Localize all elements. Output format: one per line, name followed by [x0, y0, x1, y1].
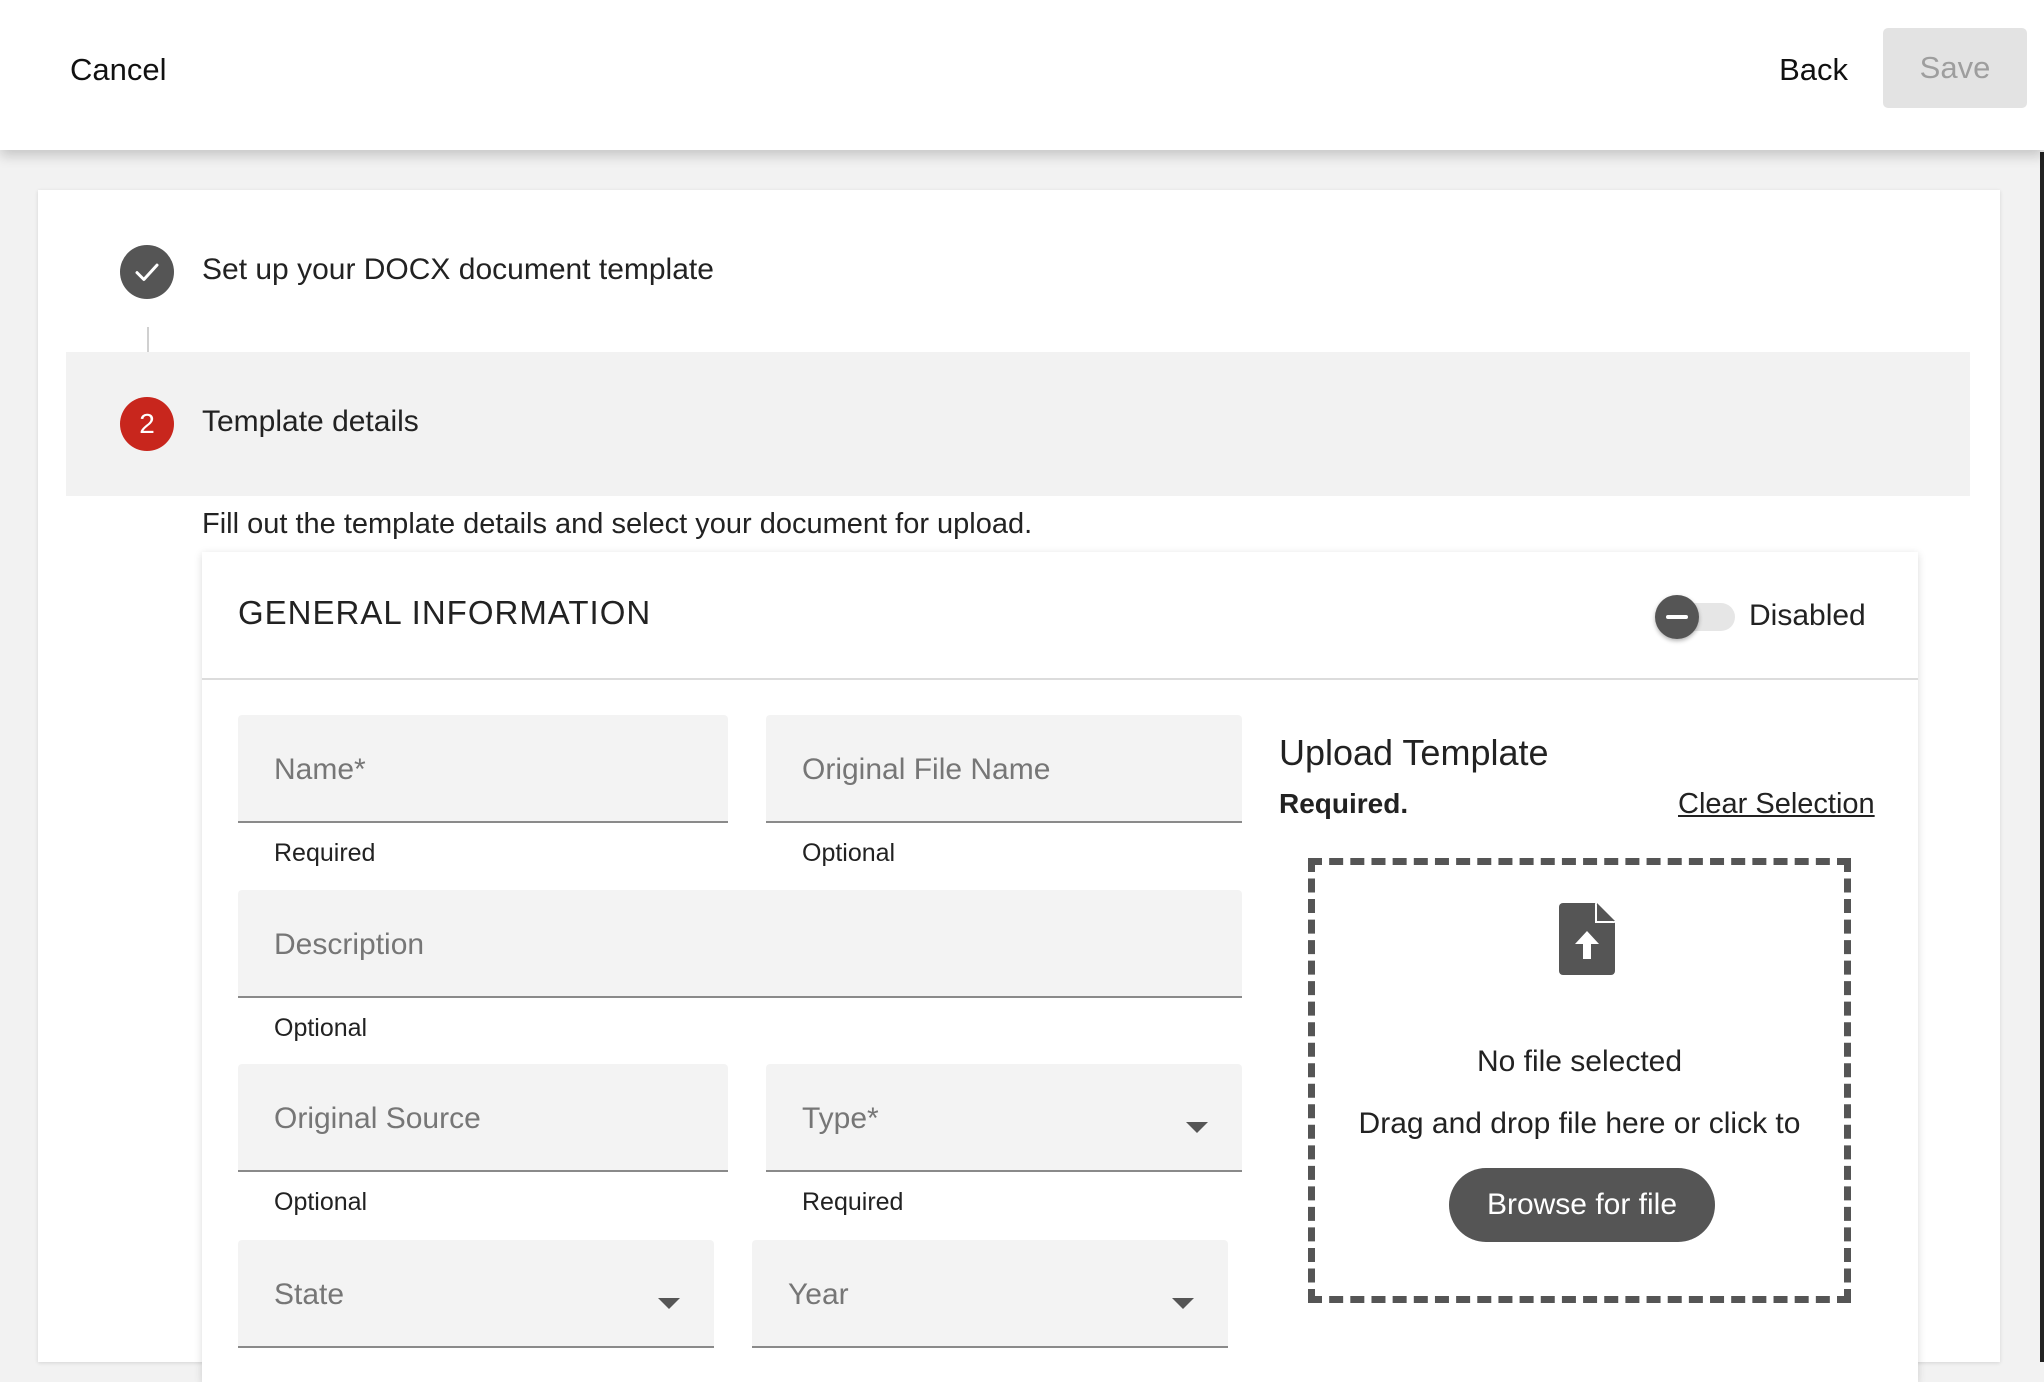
year-placeholder: Year: [788, 1278, 849, 1311]
panel-title: GENERAL INFORMATION: [238, 594, 652, 631]
original-source-helper-text: Optional: [274, 1188, 368, 1216]
description-field[interactable]: Description: [238, 890, 1242, 998]
state-select[interactable]: State: [238, 1240, 714, 1348]
step-number-badge: 2: [120, 397, 174, 451]
original-file-name-helper-text: Optional: [802, 839, 896, 867]
panel-header: GENERAL INFORMATION Disabled: [202, 552, 1918, 680]
dropdown-arrow-icon: [1172, 1298, 1194, 1309]
upload-required-label: Required.: [1279, 788, 1409, 819]
step-instructions: Fill out the template details and select…: [202, 508, 1033, 540]
upload-template-title: Upload Template: [1279, 732, 1549, 773]
check-icon: [135, 263, 159, 281]
cancel-button[interactable]: Cancel: [70, 45, 167, 95]
original-file-name-field[interactable]: Original File Name: [766, 715, 1242, 823]
save-button[interactable]: Save: [1883, 28, 2027, 108]
page-scrollbar[interactable]: [2040, 152, 2044, 1362]
file-dropzone[interactable]: No file selected Drag and drop file here…: [1308, 858, 1851, 1303]
browse-for-file-button[interactable]: Browse for file: [1449, 1168, 1715, 1242]
description-helper-text: Optional: [274, 1014, 368, 1042]
toggle-status-label: Disabled: [1749, 599, 1866, 632]
original-source-field[interactable]: Original Source: [238, 1064, 728, 1172]
minus-icon: [1655, 595, 1699, 639]
original-file-name-placeholder: Original File Name: [802, 753, 1051, 786]
dropdown-arrow-icon: [658, 1298, 680, 1309]
name-placeholder: Name*: [274, 753, 366, 786]
type-helper-text: Required: [802, 1188, 904, 1216]
general-information-panel: GENERAL INFORMATION Disabled Name* Requi…: [202, 552, 1918, 1382]
file-upload-icon: [1559, 903, 1615, 975]
type-placeholder: Type*: [802, 1102, 879, 1135]
step-label: Template details: [202, 405, 419, 438]
type-select[interactable]: Type*: [766, 1064, 1242, 1172]
name-helper-text: Required: [274, 839, 376, 867]
step-label: Set up your DOCX document template: [202, 253, 714, 286]
step-complete-badge: [120, 245, 174, 299]
year-select[interactable]: Year: [752, 1240, 1228, 1348]
description-placeholder: Description: [274, 928, 425, 961]
stepper-card: Set up your DOCX document template 2 Tem…: [38, 190, 2000, 1382]
state-placeholder: State: [274, 1278, 345, 1311]
step-setup-docx[interactable]: Set up your DOCX document template: [66, 230, 1970, 330]
name-field[interactable]: Name*: [238, 715, 728, 823]
no-file-selected-text: No file selected: [1476, 1045, 1683, 1078]
step-template-details[interactable]: 2 Template details: [66, 352, 1970, 496]
drag-drop-instructions: Drag and drop file here or click to: [1358, 1107, 1801, 1140]
back-button[interactable]: Back: [1718, 45, 1848, 95]
clear-selection-link[interactable]: Clear Selection: [1678, 788, 1875, 821]
top-action-bar: Cancel Back Save: [0, 0, 2044, 150]
original-source-placeholder: Original Source: [274, 1102, 481, 1135]
dropdown-arrow-icon: [1186, 1122, 1208, 1133]
enabled-toggle[interactable]: [1655, 595, 1737, 639]
